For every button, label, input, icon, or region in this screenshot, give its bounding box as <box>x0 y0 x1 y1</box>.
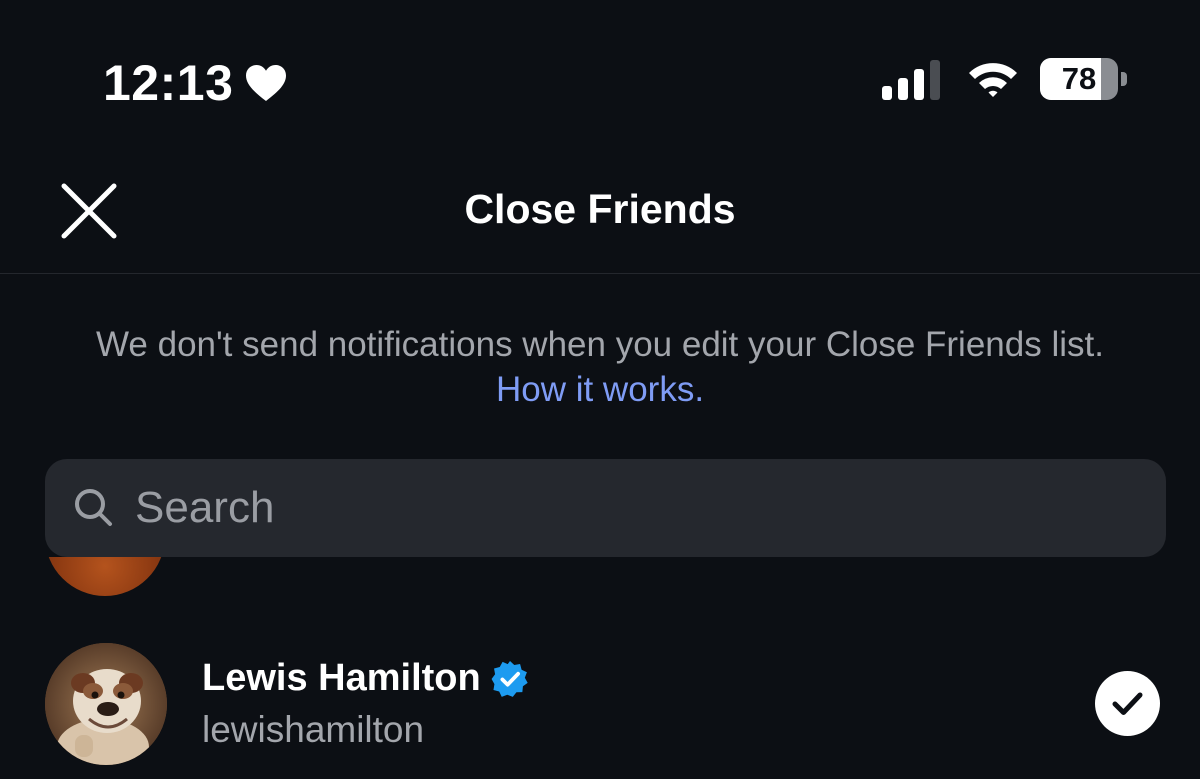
heart-icon <box>246 65 287 101</box>
cellular-signal-icon <box>882 60 940 100</box>
list-item[interactable]: Lewis Hamilton lewishamilton <box>0 643 1200 769</box>
notice-text: We don't send notifications when you edi… <box>96 325 1104 364</box>
avatar-partial <box>45 557 165 596</box>
search-icon <box>75 489 112 526</box>
status-bar: 12:13 78 <box>0 0 1200 150</box>
close-friends-screen: 12:13 78 Close Friends We don't send not… <box>0 0 1200 779</box>
status-time-group: 12:13 <box>103 54 287 112</box>
wifi-icon <box>969 63 1017 97</box>
notification-notice: We don't send notifications when you edi… <box>80 322 1120 412</box>
how-it-works-link[interactable]: How it works. <box>496 370 704 409</box>
search-bar[interactable] <box>45 459 1166 557</box>
status-indicators: 78 <box>882 58 1127 100</box>
user-handle: lewishamilton <box>202 709 425 750</box>
bulldog-avatar-image <box>45 643 167 765</box>
search-input[interactable] <box>133 467 1166 549</box>
battery-indicator: 78 <box>1040 58 1127 100</box>
status-time: 12:13 <box>103 55 234 111</box>
selected-checkbox[interactable] <box>1095 671 1160 736</box>
page-title: Close Friends <box>464 186 736 232</box>
battery-cap <box>1121 72 1127 86</box>
battery-level: 78 <box>1061 61 1097 96</box>
verified-badge-icon <box>491 660 528 697</box>
battery-body: 78 <box>1040 58 1118 100</box>
user-name-group: Lewis Hamilton <box>202 657 529 700</box>
checkmark-icon <box>1112 692 1143 715</box>
user-name: Lewis Hamilton <box>202 657 481 699</box>
nav-header: Close Friends <box>0 150 1200 274</box>
avatar <box>45 643 167 765</box>
close-friends-list: Lewis Hamilton lewishamilton <box>0 557 1200 779</box>
